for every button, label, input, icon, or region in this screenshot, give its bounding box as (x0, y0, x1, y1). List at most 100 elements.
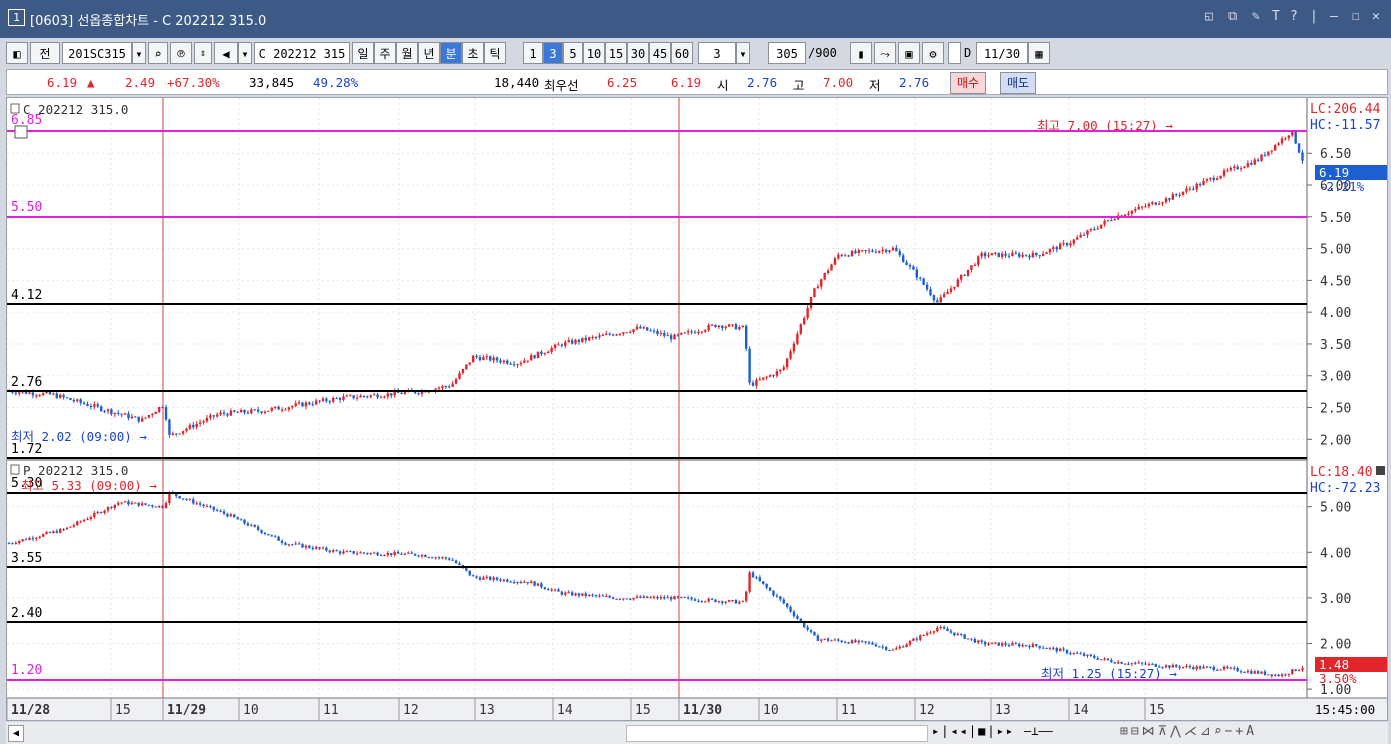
minimize-icon[interactable]: — (1330, 9, 1338, 24)
period-day[interactable]: 일 (352, 42, 374, 64)
scroll-thumb[interactable] (626, 725, 928, 742)
period-minute[interactable]: 분 (440, 42, 462, 64)
chevron-down-icon[interactable]: ▾ (238, 42, 252, 64)
gear-icon[interactable]: ⚙ (922, 42, 944, 64)
candle (809, 629, 813, 632)
help-icon[interactable]: ? (1290, 9, 1298, 24)
stepper-icon[interactable]: ⇕ (194, 42, 212, 64)
close-icon[interactable]: ✕ (1372, 9, 1380, 24)
candle (1267, 151, 1270, 156)
search-icon[interactable]: ⌕ (148, 42, 168, 64)
date-input[interactable]: 11/30 (976, 42, 1028, 64)
period-year[interactable]: 년 (418, 42, 440, 64)
minute-30[interactable]: 30 (627, 42, 649, 64)
candle (393, 552, 396, 555)
candle (901, 646, 905, 648)
chevron-down-icon[interactable]: ▾ (132, 42, 146, 64)
period-month[interactable]: 월 (396, 42, 418, 64)
minute-1[interactable]: 1 (523, 42, 543, 64)
option-icon[interactable]: ℗ (170, 42, 192, 64)
window-titlebar: 1 [0603] 선옵종합차트 - C 202212 315.0 ◱ ⧉ ✎ T… (0, 0, 1391, 38)
candle (789, 606, 792, 612)
candle (267, 533, 270, 536)
restore-icon[interactable]: ◱ (1205, 9, 1213, 24)
candle (809, 297, 813, 308)
calendar-icon[interactable]: ▦ (1028, 42, 1050, 64)
minute-3[interactable]: 3 (543, 42, 563, 64)
zoom-slider[interactable]: —⊥—— (1024, 724, 1053, 738)
candle (14, 392, 18, 394)
candle (792, 611, 796, 617)
minute-5[interactable]: 5 (563, 42, 583, 64)
chevron-down-icon[interactable]: ▾ (736, 42, 750, 64)
candle (765, 376, 768, 378)
save-icon[interactable]: ▣ (898, 42, 920, 64)
candle (123, 413, 127, 415)
open-interest: 18,440 (494, 75, 540, 90)
axis-tick-label: 4.50 (1320, 274, 1351, 289)
layout-icon[interactable]: ◧ (6, 42, 28, 64)
period-tick[interactable]: 틱 (484, 42, 506, 64)
line-icon[interactable]: ⤳ (874, 42, 896, 64)
candle (332, 550, 335, 552)
candle (509, 581, 512, 583)
candle (567, 592, 570, 594)
chart-area[interactable]: 6.85 5.50 4.12 2.76 1.72 5.30 3.55 2.40 … (6, 97, 1388, 721)
interval-select[interactable]: 3 (698, 42, 736, 64)
copy-icon[interactable]: ⧉ (1228, 9, 1237, 24)
playback-icon[interactable]: ▸|◂◂|■|▸▸ (932, 724, 1015, 738)
candle (1045, 252, 1048, 254)
candle (52, 393, 55, 395)
sell-button[interactable]: 매도 (1000, 72, 1037, 94)
minute-45[interactable]: 45 (649, 42, 671, 64)
panel-close-icon[interactable] (1376, 466, 1385, 475)
candle (570, 592, 574, 596)
time-label: 14 (557, 703, 573, 718)
candle (806, 627, 809, 630)
candle (1195, 183, 1198, 190)
candle (871, 642, 874, 645)
candle (611, 334, 615, 336)
candle (1239, 168, 1243, 170)
time-label: 10 (243, 703, 259, 718)
minute-60[interactable]: 60 (671, 42, 693, 64)
minute-15[interactable]: 15 (605, 42, 627, 64)
candle (526, 360, 529, 362)
chart-scrollbar[interactable]: ◀ ▸|◂◂|■|▸▸ —⊥—— ⊞⊟⋈⊼⋀⋌⊿⌕−+A (6, 722, 1388, 744)
candle (454, 560, 458, 564)
date-checkbox[interactable] (948, 42, 961, 64)
maximize-icon[interactable]: ☐ (1352, 9, 1360, 24)
table-icon[interactable] (14, 125, 28, 139)
candle (785, 603, 789, 607)
code-input[interactable]: 201SC315 (62, 42, 132, 64)
period-second[interactable]: 초 (462, 42, 484, 64)
period-week[interactable]: 주 (374, 42, 396, 64)
candle (871, 250, 874, 252)
candle (332, 397, 335, 402)
drawing-tools-icon[interactable]: ⊞⊟⋈⊼⋀⋌⊿⌕−+A (1120, 724, 1257, 739)
candle (65, 527, 69, 530)
candle (1297, 143, 1301, 153)
buy-button[interactable]: 매수 (950, 72, 987, 94)
candle (966, 638, 970, 640)
candle (1041, 647, 1045, 649)
candle (738, 327, 741, 330)
panel-menu-icon[interactable] (10, 464, 20, 475)
scroll-left-icon[interactable]: ◀ (8, 725, 24, 742)
minute-10[interactable]: 10 (583, 42, 605, 64)
candle (1175, 194, 1178, 196)
font-icon[interactable]: T (1272, 9, 1280, 24)
clear-icon[interactable]: ✎ (1252, 9, 1260, 24)
candle (1004, 253, 1007, 256)
candle (21, 539, 24, 541)
candle (956, 279, 959, 287)
sound-icon[interactable]: ◀ (214, 42, 238, 64)
candle (963, 634, 966, 639)
candle (1011, 252, 1014, 257)
prev-button[interactable]: 전 (30, 42, 60, 64)
name-field[interactable]: C 202212 315 (254, 42, 350, 64)
count-input[interactable]: 305 (768, 42, 806, 64)
panel-menu-icon[interactable] (10, 103, 20, 114)
candle (1219, 669, 1222, 671)
candle-icon[interactable]: ▮ (850, 42, 872, 64)
